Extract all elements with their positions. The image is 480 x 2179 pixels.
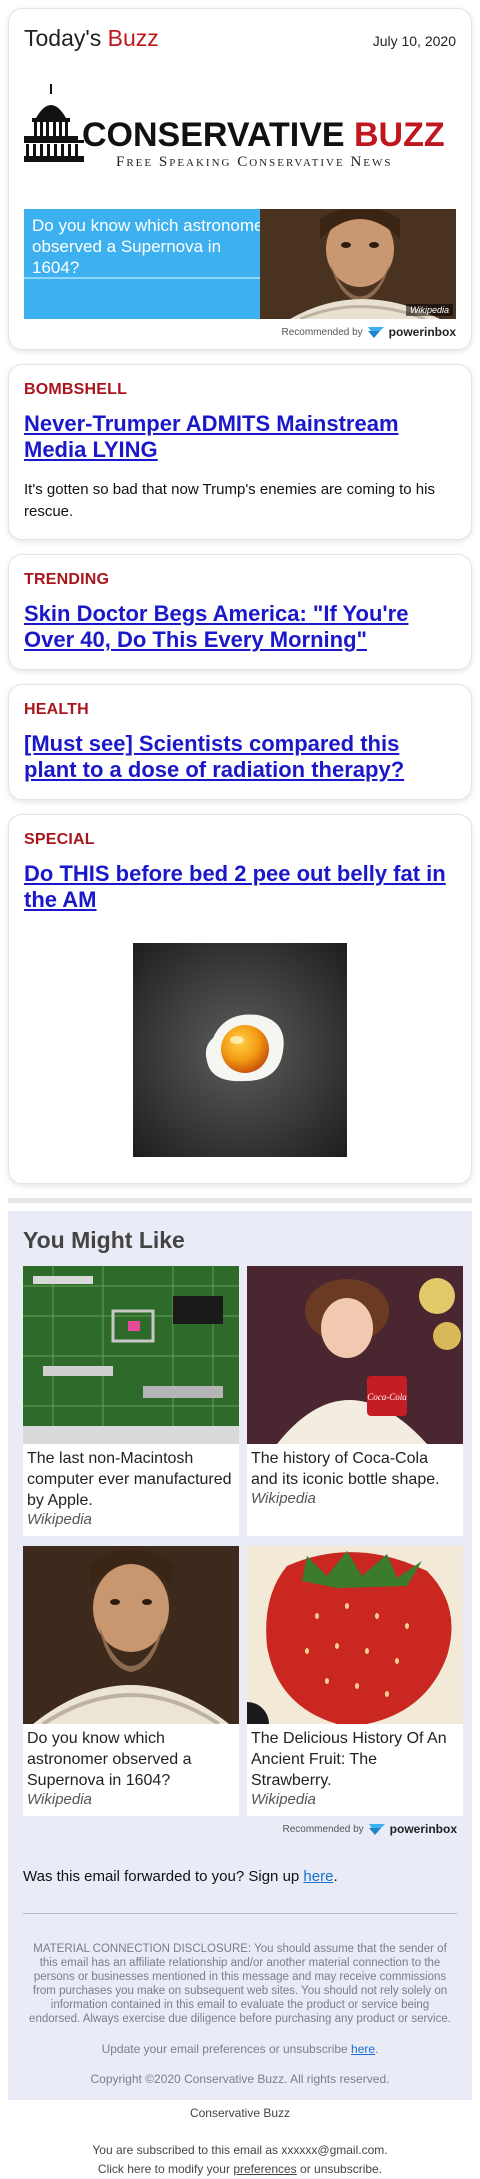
story-card: TRENDING Skin Doctor Begs America: "If Y… xyxy=(8,554,472,670)
preferences-link[interactable]: preferences xyxy=(233,2162,296,2176)
tile-title: The Delicious History Of An Ancient Frui… xyxy=(251,1730,447,1789)
tile-source: Wikipedia xyxy=(27,1791,92,1808)
you-might-like-section: You Might Like The last non-Macintosh co… xyxy=(8,1211,472,2100)
story-category: BOMBSHELL xyxy=(24,381,128,398)
tile-title: The history of Coca-Cola and its iconic … xyxy=(251,1450,440,1488)
brand-title: Today's Buzz xyxy=(24,25,159,51)
story-headline-link[interactable]: Do THIS before bed 2 pee out belly fat i… xyxy=(24,861,456,913)
logo-word-buzz: BUZZ xyxy=(354,116,445,154)
footer: Conservative Buzz You are subscribed to … xyxy=(8,2100,472,2179)
recommendation-tile[interactable]: The last non-Macintosh computer ever man… xyxy=(23,1266,239,1536)
strawberry-image xyxy=(247,1546,463,1724)
ad-text: Do you know which astronomer observed a … xyxy=(32,216,270,277)
story-category: SPECIAL xyxy=(24,831,95,848)
forwarded-signup: Was this email forwarded to you? Sign up… xyxy=(23,1842,457,1914)
astronomer-ad-banner[interactable]: Do you know which astronomer observed a … xyxy=(24,209,456,319)
ad-credit: Wikipedia xyxy=(406,304,453,316)
story-card: HEALTH [Must see] Scientists compared th… xyxy=(8,684,472,800)
ad-divider xyxy=(24,277,264,279)
tile-title: Do you know which astronomer observed a … xyxy=(27,1730,192,1789)
circuit-board-image xyxy=(23,1266,239,1444)
recommended-by[interactable]: Recommended by powerinbox xyxy=(23,1816,458,1842)
story-headline-link[interactable]: Skin Doctor Begs America: "If You're Ove… xyxy=(24,601,456,653)
update-preferences: Update your email preferences or unsubsc… xyxy=(101,2042,379,2056)
recommended-by[interactable]: Recommended by powerinbox xyxy=(24,325,457,339)
tile-source: Wikipedia xyxy=(27,1511,92,1528)
modify-preferences: Click here to modify your preferences or… xyxy=(97,2162,383,2176)
section-divider xyxy=(8,1198,472,1203)
footer-org: Conservative Buzz xyxy=(189,2106,291,2120)
story-category: TRENDING xyxy=(24,571,110,588)
unsubscribe-link[interactable]: here xyxy=(351,2042,375,2056)
recommendation-tile[interactable]: Do you know which astronomer observed a … xyxy=(23,1546,239,1816)
conservative-buzz-logo[interactable]: CONSERVATIVE BUZZ Free Speaking Conserva… xyxy=(18,82,457,180)
tile-source: Wikipedia xyxy=(251,1490,316,1507)
logo-tagline: Free Speaking Conservative News xyxy=(116,154,393,170)
tile-source: Wikipedia xyxy=(251,1791,316,1808)
story-category: HEALTH xyxy=(24,701,89,718)
copyright: Copyright ©2020 Conservative Buzz. All r… xyxy=(90,2072,390,2086)
astronomer-portrait-image xyxy=(260,209,456,319)
header-card: Today's Buzz July 10, 2020 CONSERVATIVE xyxy=(8,8,472,350)
recommendation-tile[interactable]: The Delicious History Of An Ancient Frui… xyxy=(247,1546,463,1816)
signup-link[interactable]: here xyxy=(303,1868,333,1885)
coca-cola-poster-image: Coca-Cola xyxy=(247,1266,463,1444)
logo-word-conservative: CONSERVATIVE xyxy=(82,116,345,154)
powerinbox-icon xyxy=(368,1824,385,1835)
story-headline-link[interactable]: [Must see] Scientists compared this plan… xyxy=(24,731,456,783)
powerinbox-icon xyxy=(367,327,384,338)
fried-egg-image[interactable] xyxy=(133,943,347,1157)
subscription-notice: You are subscribed to this email as xxxx… xyxy=(92,2143,388,2157)
svg-text:Coca-Cola: Coca-Cola xyxy=(367,1392,407,1402)
story-card: SPECIAL Do THIS before bed 2 pee out bel… xyxy=(8,814,472,1184)
story-card: BOMBSHELL Never-Trumper ADMITS Mainstrea… xyxy=(8,364,472,540)
tile-title: The last non-Macintosh computer ever man… xyxy=(27,1450,232,1509)
astronomer-portrait-image xyxy=(23,1546,239,1724)
recommendation-tile[interactable]: Coca-Cola The history of Coca-Cola and i… xyxy=(247,1266,463,1536)
you-might-like-title: You Might Like xyxy=(23,1227,185,1253)
story-description: It's gotten so bad that now Trump's enem… xyxy=(24,481,435,520)
issue-date: July 10, 2020 xyxy=(372,33,456,49)
story-headline-link[interactable]: Never-Trumper ADMITS Mainstream Media LY… xyxy=(24,411,456,463)
material-disclosure: MATERIAL CONNECTION DISCLOSURE: You shou… xyxy=(29,1943,451,2025)
capitol-icon xyxy=(18,84,84,162)
